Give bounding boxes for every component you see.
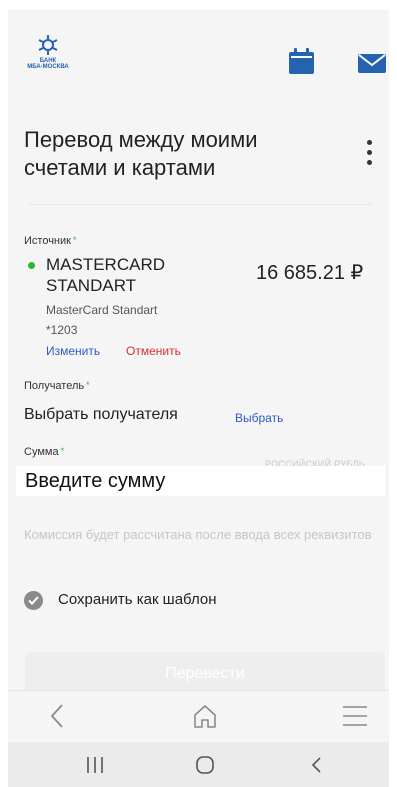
recents-icon[interactable] [86,757,104,773]
bank-logo[interactable]: БАНК МБА-МОСКВА [24,34,72,80]
card-type: MasterCard Standart [46,303,158,317]
calendar-button[interactable] [289,48,314,79]
card-balance: 16 685.21 ₽ [256,262,364,284]
save-template-label[interactable]: Сохранить как шаблон [58,591,217,608]
more-vertical-icon[interactable] [357,138,381,168]
commission-note: Комиссия будет рассчитана после ввода вс… [24,527,372,542]
system-navigation-bar [8,742,389,787]
back-chevron-icon[interactable] [50,703,64,729]
sum-input[interactable] [16,466,385,496]
divider [28,204,373,205]
select-recipient-link[interactable]: Выбрать [235,411,283,425]
mail-icon [358,54,386,73]
recipient-value[interactable]: Выбрать получателя [24,406,178,424]
logo-text: БАНК МБА-МОСКВА [27,58,69,70]
save-template-checkbox[interactable] [24,591,43,610]
sum-label: Сумма * [24,446,65,458]
checkmark-icon [28,596,39,605]
bank-logo-icon [38,35,58,55]
card-name: MASTERCARD STANDART [46,255,166,295]
recipient-label: Получатель * [24,380,90,392]
page-title: Перевод между моими счетами и картами [24,127,258,180]
change-source-link[interactable]: Изменить [46,344,100,358]
cancel-source-link[interactable]: Отменить [126,344,181,358]
card-status-dot [28,262,35,269]
hamburger-menu-icon[interactable] [343,705,367,727]
back-icon[interactable] [311,757,321,773]
card-number: *1203 [46,323,78,337]
source-label: Источник * [24,235,77,247]
calendar-icon [289,48,314,74]
app-screen: БАНК МБА-МОСКВА Перевод между моими счет… [8,10,389,787]
app-navigation-bar [8,690,389,742]
home-icon[interactable] [192,703,218,729]
home-circle-icon[interactable] [196,756,214,774]
mail-button[interactable] [358,54,386,78]
card-details: MasterCard Standart *1203 [46,300,216,340]
